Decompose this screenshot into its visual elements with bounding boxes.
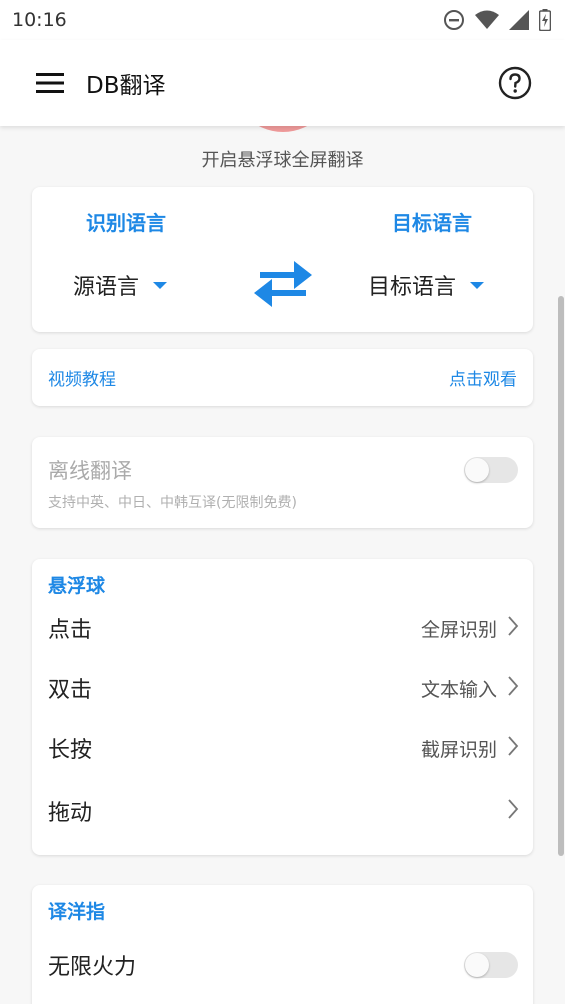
swap-arrows-icon[interactable]: [252, 259, 314, 309]
row-label: 长按: [48, 738, 93, 763]
row-label: 无限火力: [48, 955, 137, 980]
scrollbar[interactable]: [558, 296, 564, 856]
offline-translation-title: 离线翻译: [48, 459, 132, 483]
target-language-select[interactable]: 目标语言: [368, 269, 485, 301]
target-language-value: 目标语言: [368, 275, 457, 300]
row-value: 文本输入: [420, 678, 497, 701]
unlimited-firepower-toggle[interactable]: [464, 952, 518, 978]
app-bar: DB翻译: [0, 40, 565, 126]
source-language-label: 识别语言: [86, 211, 166, 235]
status-bar: 10:16: [0, 0, 565, 40]
floating-ball-caption: 开启悬浮球全屏翻译: [201, 150, 364, 171]
offline-translation-card: 离线翻译 支持中英、中日、中韩互译(无限制免费): [32, 437, 533, 528]
floating-ball-settings-card: 悬浮球 点击 全屏识别 双击 文本输入 长按 截屏识别 拖动: [32, 559, 533, 855]
chevron-right-icon: [507, 798, 519, 824]
video-tutorial-card[interactable]: 视频教程 点击观看: [32, 349, 533, 406]
chevron-right-icon: [507, 675, 519, 701]
wifi-icon: [475, 10, 499, 30]
main-content[interactable]: 开启悬浮球全屏翻译 识别语言 目标语言 源语言 目标语言 视频教程 点击观看 离…: [0, 126, 565, 1004]
row-label: 拖动: [48, 801, 93, 826]
drag-action-row[interactable]: 拖动: [32, 791, 533, 831]
language-card: 识别语言 目标语言 源语言 目标语言: [32, 187, 533, 332]
help-circle-icon[interactable]: [497, 65, 533, 101]
signal-icon: [509, 10, 529, 30]
translate-finger-section-title: 译洋指: [48, 901, 106, 923]
source-language-select[interactable]: 源语言: [73, 269, 168, 301]
watch-link[interactable]: 点击观看: [449, 365, 517, 390]
floating-ball-toggle[interactable]: [228, 126, 338, 132]
offline-translation-toggle[interactable]: [464, 457, 518, 483]
battery-charging-icon: [539, 9, 551, 31]
hamburger-menu-icon[interactable]: [32, 65, 68, 101]
target-language-label: 目标语言: [392, 211, 472, 235]
status-icons: [443, 9, 551, 31]
do-not-disturb-icon: [443, 9, 465, 31]
app-title: DB翻译: [86, 73, 166, 99]
row-label: 点击: [48, 618, 93, 643]
status-time: 10:16: [12, 9, 67, 31]
tap-action-row[interactable]: 点击 全屏识别: [32, 608, 533, 648]
chevron-right-icon: [507, 615, 519, 641]
double-tap-action-row[interactable]: 双击 文本输入: [32, 668, 533, 708]
row-value: 全屏识别: [420, 618, 497, 641]
row-label: 双击: [48, 678, 93, 703]
chevron-right-icon: [507, 735, 519, 761]
source-language-value: 源语言: [73, 275, 140, 300]
row-value: 截屏识别: [420, 738, 497, 761]
translate-finger-card: 译洋指 无限火力: [32, 885, 533, 1004]
chevron-down-icon: [470, 281, 485, 289]
floating-ball-section-title: 悬浮球: [48, 575, 106, 597]
offline-translation-subtitle: 支持中英、中日、中韩互译(无限制免费): [48, 495, 297, 511]
chevron-down-icon: [153, 281, 168, 289]
video-tutorial-label: 视频教程: [48, 370, 116, 390]
unlimited-firepower-row: 无限火力: [32, 945, 533, 985]
long-press-action-row[interactable]: 长按 截屏识别: [32, 728, 533, 768]
